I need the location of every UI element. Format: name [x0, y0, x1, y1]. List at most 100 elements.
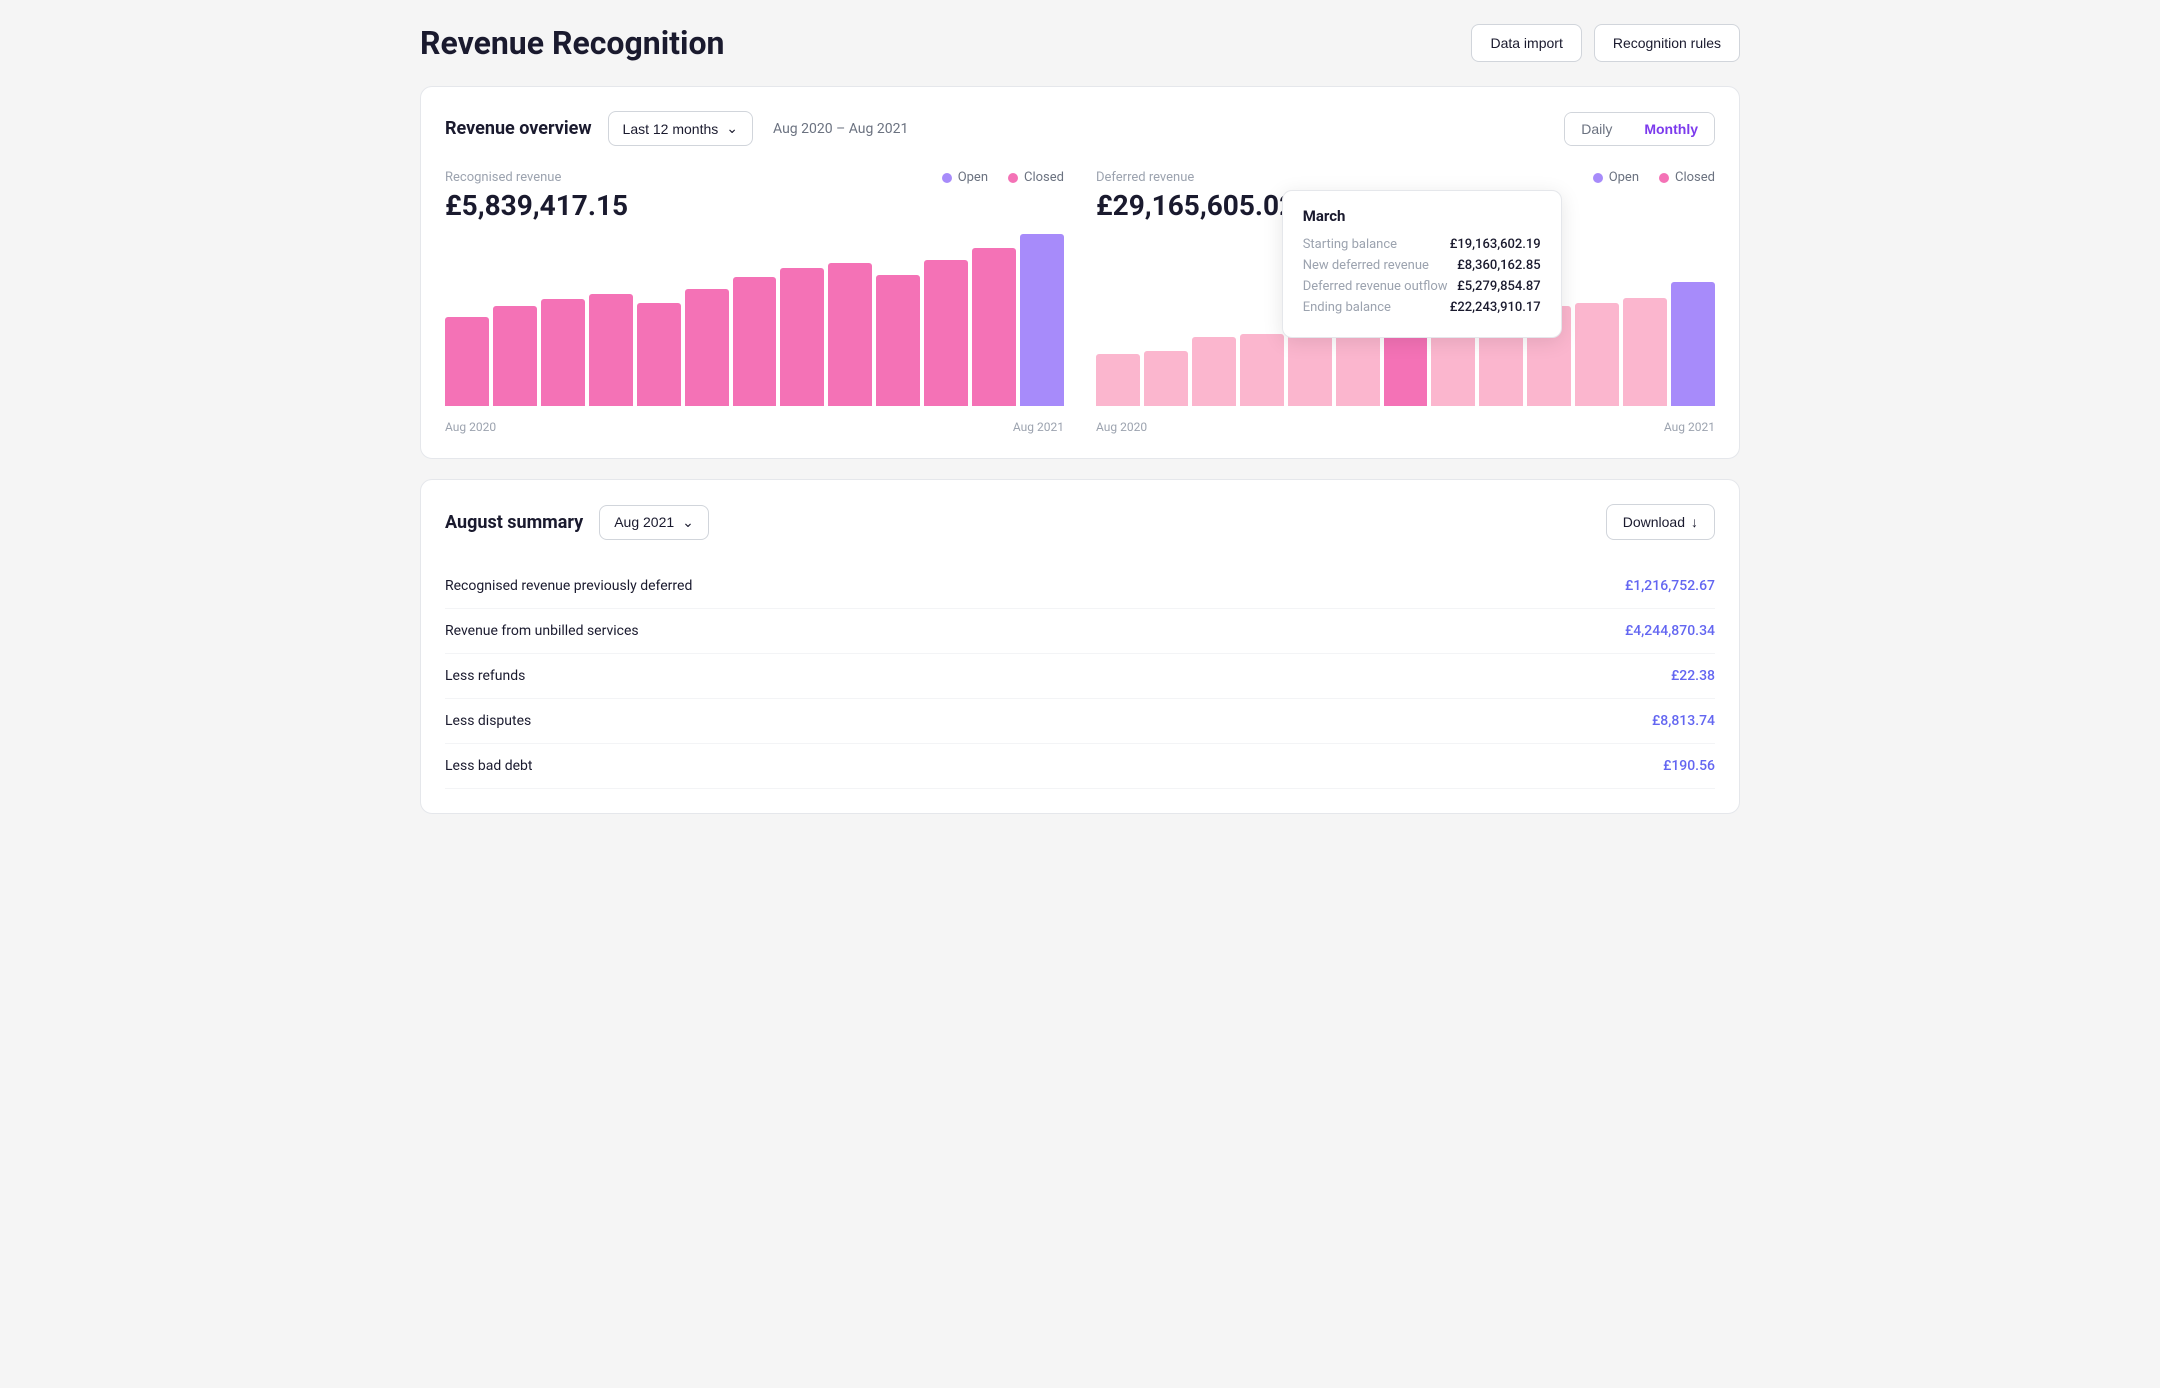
page-title: Revenue Recognition — [420, 24, 724, 62]
open-label: Open — [958, 170, 988, 185]
revenue-overview-header: Revenue overview Last 12 months ⌄ Aug 20… — [445, 111, 1715, 146]
recognised-open-legend: Open — [942, 170, 988, 185]
recognised-bar-chart: Aug 2020 Aug 2021 — [445, 234, 1064, 434]
bar — [1020, 234, 1064, 406]
deferred-closed-legend: Closed — [1659, 170, 1715, 185]
recognised-revenue-label: Recognised revenue — [445, 170, 628, 185]
summary-table: Recognised revenue previously deferred £1… — [445, 564, 1715, 789]
charts-row: Recognised revenue £5,839,417.15 Open Cl… — [445, 170, 1715, 434]
summary-row: Revenue from unbilled services£4,244,870… — [445, 609, 1715, 654]
monthly-toggle-button[interactable]: Monthly — [1628, 113, 1714, 145]
recognised-revenue-value: £5,839,417.15 — [445, 189, 628, 222]
bar — [1096, 354, 1140, 406]
download-button[interactable]: Download ↓ — [1606, 504, 1715, 540]
tooltip-rows: Starting balance £19,163,602.19 New deferr… — [1303, 237, 1541, 315]
bar — [924, 260, 968, 406]
open-dot — [942, 173, 952, 183]
summary-row-value: £22.38 — [1671, 668, 1715, 684]
summary-row-label: Less refunds — [445, 668, 525, 684]
deferred-closed-label: Closed — [1675, 170, 1715, 185]
deferred-end-label: Aug 2021 — [1664, 420, 1715, 434]
deferred-closed-dot — [1659, 173, 1669, 183]
recognised-revenue-chart: Recognised revenue £5,839,417.15 Open Cl… — [445, 170, 1064, 434]
bar — [1240, 334, 1284, 406]
bar — [445, 317, 489, 406]
download-label: Download — [1623, 514, 1685, 530]
recognised-axis-labels: Aug 2020 Aug 2021 — [445, 420, 1064, 434]
data-import-button[interactable]: Data import — [1471, 24, 1581, 62]
bar — [1288, 330, 1332, 406]
bar — [1192, 337, 1236, 406]
recognised-start-label: Aug 2020 — [445, 420, 496, 434]
date-range-text: Aug 2020 – Aug 2021 — [773, 121, 908, 137]
deferred-start-label: Aug 2020 — [1096, 420, 1147, 434]
tooltip-row-value: £5,279,854.87 — [1457, 279, 1541, 294]
summary-row-value: £1,216,752.67 — [1625, 578, 1715, 594]
bar — [1623, 298, 1667, 406]
tooltip-row-value: £8,360,162.85 — [1457, 258, 1541, 273]
page-header: Revenue Recognition Data import Recognit… — [420, 24, 1740, 62]
recognised-legend: Open Closed — [942, 170, 1064, 185]
tooltip-row: Ending balance £22,243,910.17 — [1303, 300, 1541, 315]
tooltip-row-value: £19,163,602.19 — [1450, 237, 1541, 252]
bar — [637, 303, 681, 406]
bar — [733, 277, 777, 406]
summary-row-label: Recognised revenue previously deferred — [445, 578, 692, 594]
chevron-down-icon-summary: ⌄ — [682, 514, 694, 531]
tooltip-row: New deferred revenue £8,360,162.85 — [1303, 258, 1541, 273]
tooltip-row-label: New deferred revenue — [1303, 258, 1429, 273]
revenue-overview-title: Revenue overview — [445, 118, 592, 139]
august-summary-card: August summary Aug 2021 ⌄ Download ↓ Rec… — [420, 479, 1740, 814]
summary-row-label: Less disputes — [445, 713, 531, 729]
date-filter-dropdown[interactable]: Last 12 months ⌄ — [608, 111, 753, 146]
summary-row-label: Revenue from unbilled services — [445, 623, 639, 639]
revenue-overview-card: Revenue overview Last 12 months ⌄ Aug 20… — [420, 86, 1740, 459]
summary-row: Less refunds £22.38 — [445, 654, 1715, 699]
recognition-rules-button[interactable]: Recognition rules — [1594, 24, 1740, 62]
bar — [541, 299, 585, 406]
summary-row: Recognised revenue previously deferred £1… — [445, 564, 1715, 609]
tooltip-row-label: Starting balance — [1303, 237, 1397, 252]
deferred-axis-labels: Aug 2020 Aug 2021 — [1096, 420, 1715, 434]
bar — [972, 248, 1016, 406]
download-icon: ↓ — [1691, 514, 1698, 530]
deferred-revenue-value: £29,165,605.02 — [1096, 189, 1295, 222]
summary-title: August summary — [445, 512, 583, 533]
bar — [685, 289, 729, 406]
tooltip-row-label: Ending balance — [1303, 300, 1391, 315]
deferred-revenue-chart: Deferred revenue £29,165,605.02 Open Clo… — [1096, 170, 1715, 434]
recognised-bars-wrapper — [445, 234, 1064, 406]
month-selector-dropdown[interactable]: Aug 2021 ⌄ — [599, 505, 709, 540]
deferred-legend: Open Closed — [1593, 170, 1715, 185]
bar — [1671, 282, 1715, 406]
daily-toggle-button[interactable]: Daily — [1565, 113, 1628, 145]
tooltip-row: Starting balance £19,163,602.19 — [1303, 237, 1541, 252]
summary-row-value: £190.56 — [1663, 758, 1715, 774]
bar — [780, 268, 824, 406]
recognised-end-label: Aug 2021 — [1013, 420, 1064, 434]
summary-row-value: £8,813.74 — [1652, 713, 1715, 729]
month-selector-label: Aug 2021 — [614, 514, 674, 530]
summary-row: Less disputes £8,813.74 — [445, 699, 1715, 744]
summary-header: August summary Aug 2021 ⌄ Download ↓ — [445, 504, 1715, 540]
tooltip-row: Deferred revenue outflow£5,279,854.87 — [1303, 279, 1541, 294]
daily-monthly-toggle: Daily Monthly — [1564, 112, 1715, 146]
tooltip-row-value: £22,243,910.17 — [1450, 300, 1541, 315]
chevron-down-icon: ⌄ — [726, 120, 738, 137]
deferred-open-legend: Open — [1593, 170, 1639, 185]
tooltip-title: March — [1303, 207, 1541, 225]
bar — [828, 263, 872, 406]
bar — [1144, 351, 1188, 406]
date-filter-label: Last 12 months — [623, 121, 719, 137]
summary-row: Less bad debt £190.56 — [445, 744, 1715, 789]
bar — [876, 275, 920, 406]
closed-dot — [1008, 173, 1018, 183]
deferred-open-label: Open — [1609, 170, 1639, 185]
deferred-revenue-label: Deferred revenue — [1096, 170, 1295, 185]
header-actions: Data import Recognition rules — [1471, 24, 1740, 62]
chart-tooltip: March Starting balance £19,163,602.19 New … — [1282, 190, 1562, 338]
bar — [493, 306, 537, 406]
recognised-closed-legend: Closed — [1008, 170, 1064, 185]
bar — [589, 294, 633, 406]
summary-row-label: Less bad debt — [445, 758, 533, 774]
